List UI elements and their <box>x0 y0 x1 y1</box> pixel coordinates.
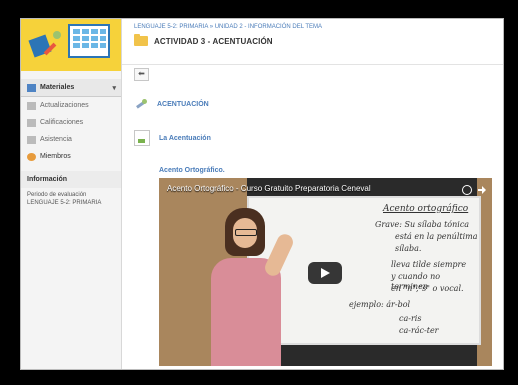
list-item-label[interactable]: ACENTUACIÓN <box>157 101 209 108</box>
sidebar-item-updates[interactable]: Actualizaciones <box>21 97 121 114</box>
presenter <box>211 208 301 366</box>
list-item[interactable]: Acento Ortográfico. <box>134 162 225 337</box>
info-section-body: Periodo de evaluación LENGUAJE 5-2: PRIM… <box>27 191 101 207</box>
sidebar-item-attendance[interactable]: Asistencia <box>21 131 121 148</box>
board-line: sílaba. <box>395 244 422 253</box>
breadcrumb[interactable]: LENGUAJE 5-2: PRIMARIA » UNIDAD 2 - INFO… <box>134 24 322 30</box>
info-section-title: Información <box>21 171 121 188</box>
sidebar-item-label: Materiales <box>40 84 75 91</box>
tool-icon <box>134 97 148 111</box>
sidebar-item-label: Miembros <box>40 153 71 160</box>
app-window: Materiales ▾ Actualizaciones Calificacio… <box>20 18 504 370</box>
board-line: Grave: Su sílaba tónica <box>375 220 470 229</box>
materials-icon <box>27 83 36 92</box>
list-item[interactable]: La Acentuación <box>134 130 211 146</box>
sidebar-item-grades[interactable]: Calificaciones <box>21 114 121 131</box>
sidebar: Materiales ▾ Actualizaciones Calificacio… <box>21 19 122 369</box>
updates-icon <box>27 101 36 110</box>
page-title: ACTIVIDAD 3 - ACENTUACIÓN <box>154 36 273 46</box>
board-line: está en la penúltima <box>395 232 478 241</box>
sidebar-item-materials[interactable]: Materiales ▾ <box>21 79 121 97</box>
grades-icon <box>27 118 36 127</box>
attendance-icon <box>27 135 36 144</box>
chevron-down-icon: ▾ <box>112 84 116 92</box>
document-icon <box>134 130 150 146</box>
presenter-glasses <box>235 229 257 236</box>
share-icon[interactable] <box>478 185 486 194</box>
sidebar-item-members[interactable]: Miembros <box>21 148 121 165</box>
board-line: en "n","s" o vocal. <box>391 284 464 293</box>
sidebar-item-label: Asistencia <box>40 136 72 143</box>
course-logo <box>21 19 121 71</box>
list-item[interactable]: ACENTUACIÓN <box>134 97 209 111</box>
main-content: LENGUAJE 5-2: PRIMARIA » UNIDAD 2 - INFO… <box>122 19 503 369</box>
board-line: ca-rác-ter <box>399 326 439 335</box>
board-line: ca-ris <box>399 314 422 323</box>
back-button[interactable]: ⬅ <box>134 68 149 81</box>
board-line: lleva tilde siempre <box>391 260 467 269</box>
folder-icon <box>134 34 148 46</box>
members-icon <box>27 152 36 161</box>
watch-later-icon[interactable] <box>462 185 472 195</box>
evaluation-period-value: LENGUAJE 5-2: PRIMARIA <box>27 200 102 206</box>
presenter-arm <box>262 231 296 279</box>
evaluation-period-label: Periodo de evaluación <box>27 192 87 198</box>
page-header: LENGUAJE 5-2: PRIMARIA » UNIDAD 2 - INFO… <box>122 19 503 65</box>
course-illustration <box>21 19 121 71</box>
title-row: ACTIVIDAD 3 - ACENTUACIÓN <box>134 34 273 46</box>
board-heading: Acento ortográfico <box>383 204 469 214</box>
list-item-label[interactable]: Acento Ortográfico. <box>159 167 225 174</box>
sidebar-item-label: Calificaciones <box>40 119 84 126</box>
sidebar-item-label: Actualizaciones <box>40 102 89 109</box>
sidebar-menu: Materiales ▾ Actualizaciones Calificacio… <box>21 79 121 165</box>
list-item-label[interactable]: La Acentuación <box>159 135 211 142</box>
board-line: ejemplo: ár-bol <box>349 300 411 309</box>
video-title[interactable]: Acento Ortográfico - Curso Gratuito Prep… <box>167 184 371 193</box>
video-player[interactable]: Acento ortográfico Grave: Su sílaba tóni… <box>159 178 492 366</box>
screenshot-frame: Materiales ▾ Actualizaciones Calificacio… <box>0 0 518 385</box>
play-button[interactable] <box>308 262 342 284</box>
